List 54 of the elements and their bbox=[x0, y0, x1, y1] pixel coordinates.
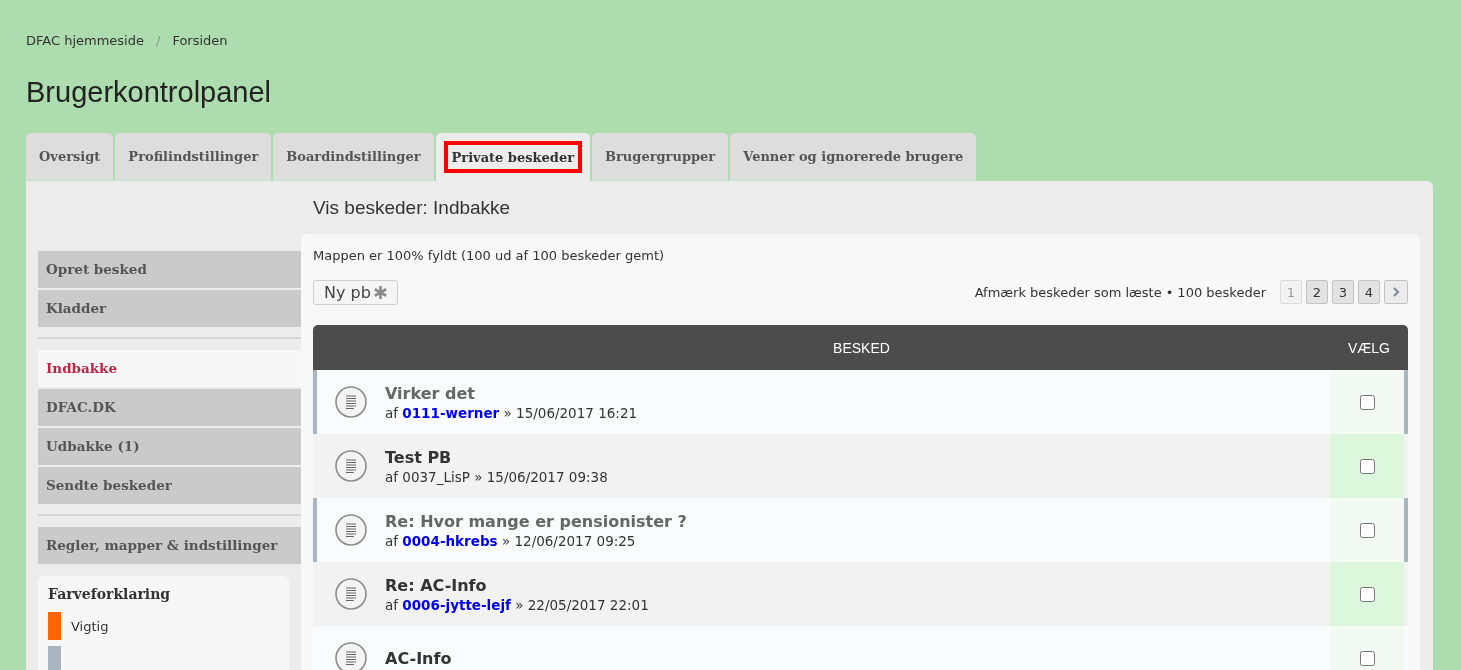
select-checkbox[interactable] bbox=[1359, 522, 1375, 538]
sidebar-item[interactable]: DFAC.DK bbox=[38, 389, 301, 426]
tab[interactable]: Brugergrupper bbox=[592, 133, 729, 181]
sidebar-item[interactable]: Udbakke (1) bbox=[38, 428, 301, 465]
column-header: BESKED bbox=[832, 339, 891, 356]
column-header: VÆLG bbox=[1347, 339, 1391, 356]
sidebar-item[interactable]: Kladder bbox=[38, 290, 301, 327]
folder-status-text: Mappen er 100% fyldt (100 ud af 100 beskeder gemt) bbox=[313, 248, 666, 263]
author-link[interactable]: 0004-hkrebs bbox=[402, 532, 498, 549]
author-link[interactable]: 0111-werner bbox=[402, 404, 500, 421]
document-icon bbox=[335, 578, 367, 610]
breadcrumb-separator: / bbox=[156, 32, 161, 48]
tab[interactable]: Profilindstillinger bbox=[115, 133, 272, 181]
document-icon bbox=[335, 450, 367, 482]
page-button[interactable]: 2 bbox=[1306, 280, 1328, 304]
message-count: 100 beskeder bbox=[1177, 284, 1266, 300]
tab[interactable]: Private beskeder bbox=[435, 133, 591, 181]
message-meta: af 0037_LisP » 15/06/2017 09:38 bbox=[385, 468, 609, 485]
new-message-button[interactable]: Ny pb bbox=[313, 279, 398, 305]
message-meta: af 0004-hkrebs » 12/06/2017 09:25 bbox=[385, 532, 637, 549]
document-icon bbox=[335, 386, 367, 418]
select-checkbox[interactable] bbox=[1359, 586, 1375, 602]
next-page-button[interactable] bbox=[1384, 280, 1408, 304]
mark-read-link[interactable]: Afmærk beskeder som læste bbox=[974, 284, 1162, 300]
select-checkbox[interactable] bbox=[1359, 458, 1375, 474]
message-meta: af 0006-jytte-lejf » 22/05/2017 22:01 bbox=[385, 596, 650, 613]
select-checkbox[interactable] bbox=[1359, 394, 1375, 410]
message-title-link[interactable]: Virker det bbox=[385, 383, 1330, 403]
message-title-link[interactable]: Re: AC-Info bbox=[385, 575, 1330, 595]
legend-title: Farveforklaring bbox=[48, 586, 172, 602]
legend-label: Vigtig bbox=[71, 618, 109, 634]
message-title-link[interactable]: Re: Hvor mange er pensionister ? bbox=[385, 511, 1330, 531]
message-title-link[interactable]: Test PB bbox=[385, 447, 1330, 467]
asterisk-icon bbox=[373, 285, 387, 299]
sidebar-item[interactable]: Regler, mapper & indstillinger bbox=[38, 527, 301, 564]
sidebar-item[interactable]: Sendte beskeder bbox=[38, 467, 301, 504]
author-link[interactable]: 0006-jytte-lejf bbox=[402, 596, 511, 613]
tab[interactable]: Oversigt bbox=[26, 133, 114, 181]
select-checkbox[interactable] bbox=[1359, 650, 1375, 666]
breadcrumb-link[interactable]: DFAC hjemmeside bbox=[26, 32, 144, 48]
sidebar-item[interactable]: Indbakke bbox=[38, 350, 301, 387]
chevron-right-icon bbox=[1391, 287, 1401, 297]
breadcrumb-link[interactable]: Forsiden bbox=[172, 32, 228, 48]
document-icon bbox=[335, 514, 367, 546]
message-title-link[interactable]: AC-Info bbox=[385, 648, 1330, 668]
bullet-separator: • bbox=[1165, 284, 1174, 300]
section-heading: Vis beskeder: Indbakke bbox=[312, 196, 512, 220]
tab[interactable]: Boardindstillinger bbox=[273, 133, 434, 181]
page-title: Brugerkontrolpanel bbox=[26, 76, 273, 110]
tab[interactable]: Venner og ignorerede brugere bbox=[730, 133, 977, 181]
page-button[interactable]: 4 bbox=[1358, 280, 1380, 304]
sidebar-item[interactable]: Opret besked bbox=[38, 251, 301, 288]
page-button[interactable]: 3 bbox=[1332, 280, 1354, 304]
message-meta: af 0111-werner » 15/06/2017 16:21 bbox=[385, 404, 639, 421]
